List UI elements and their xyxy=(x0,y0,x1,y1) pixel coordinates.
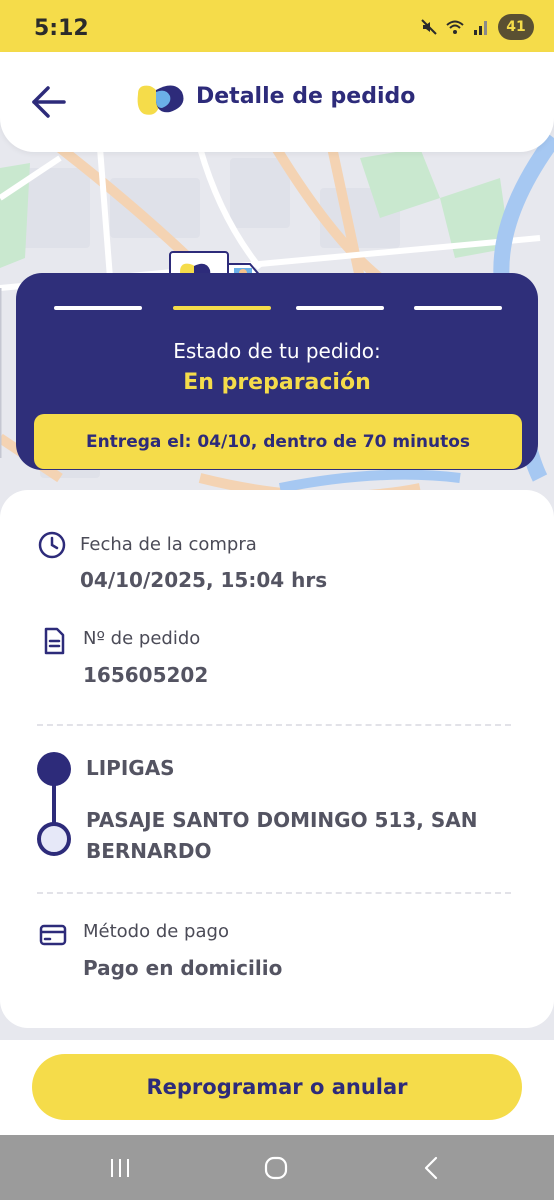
route-destination-line1: PASAJE SANTO DOMINGO 513, SAN xyxy=(86,808,478,832)
divider xyxy=(37,724,511,726)
mute-icon xyxy=(421,19,437,35)
clock-icon xyxy=(38,531,66,559)
route-connector-line xyxy=(52,784,56,824)
recents-icon[interactable] xyxy=(104,1153,136,1183)
credit-card-icon xyxy=(39,924,67,946)
order-status-label: Estado de tu pedido: xyxy=(173,339,381,363)
order-number-value: 165605202 xyxy=(83,663,209,687)
route-destination-line2: BERNARDO xyxy=(86,839,212,863)
back-button[interactable] xyxy=(28,82,68,122)
status-time: 5:12 xyxy=(34,16,89,41)
android-nav-bar xyxy=(0,1135,554,1200)
signal-icon xyxy=(474,21,487,35)
status-bar: 5:12 41 xyxy=(0,0,554,58)
purchase-date-value: 04/10/2025, 15:04 hrs xyxy=(80,568,328,592)
back-nav-icon[interactable] xyxy=(416,1153,448,1183)
route-destination-dot xyxy=(37,822,71,856)
progress-step-4 xyxy=(414,306,502,310)
order-details-card: Fecha de la compra 04/10/2025, 15:04 hrs… xyxy=(0,490,554,1028)
purchase-date-label: Fecha de la compra xyxy=(80,534,257,555)
order-number-label: Nº de pedido xyxy=(83,628,201,649)
divider xyxy=(37,892,511,894)
lipigas-logo xyxy=(137,85,184,115)
payment-method-label: Método de pago xyxy=(83,921,229,942)
home-icon[interactable] xyxy=(260,1153,292,1183)
delivery-eta-banner: Entrega el: 04/10, dentro de 70 minutos xyxy=(34,414,522,469)
page-title: Detalle de pedido xyxy=(196,84,416,109)
document-icon xyxy=(44,627,65,655)
status-icons: 41 xyxy=(420,14,534,40)
wifi-icon xyxy=(446,20,464,34)
progress-step-3 xyxy=(296,306,384,310)
battery-indicator: 41 xyxy=(498,14,534,40)
route-origin: LIPIGAS xyxy=(86,756,175,780)
route-origin-dot xyxy=(37,752,71,786)
progress-step-2-active xyxy=(173,306,271,310)
order-status-value: En preparación xyxy=(183,370,371,395)
progress-step-1 xyxy=(54,306,142,310)
reschedule-or-cancel-button[interactable]: Reprogramar o anular xyxy=(32,1054,522,1120)
payment-method-value: Pago en domicilio xyxy=(83,956,283,980)
header: Detalle de pedido xyxy=(0,52,554,152)
